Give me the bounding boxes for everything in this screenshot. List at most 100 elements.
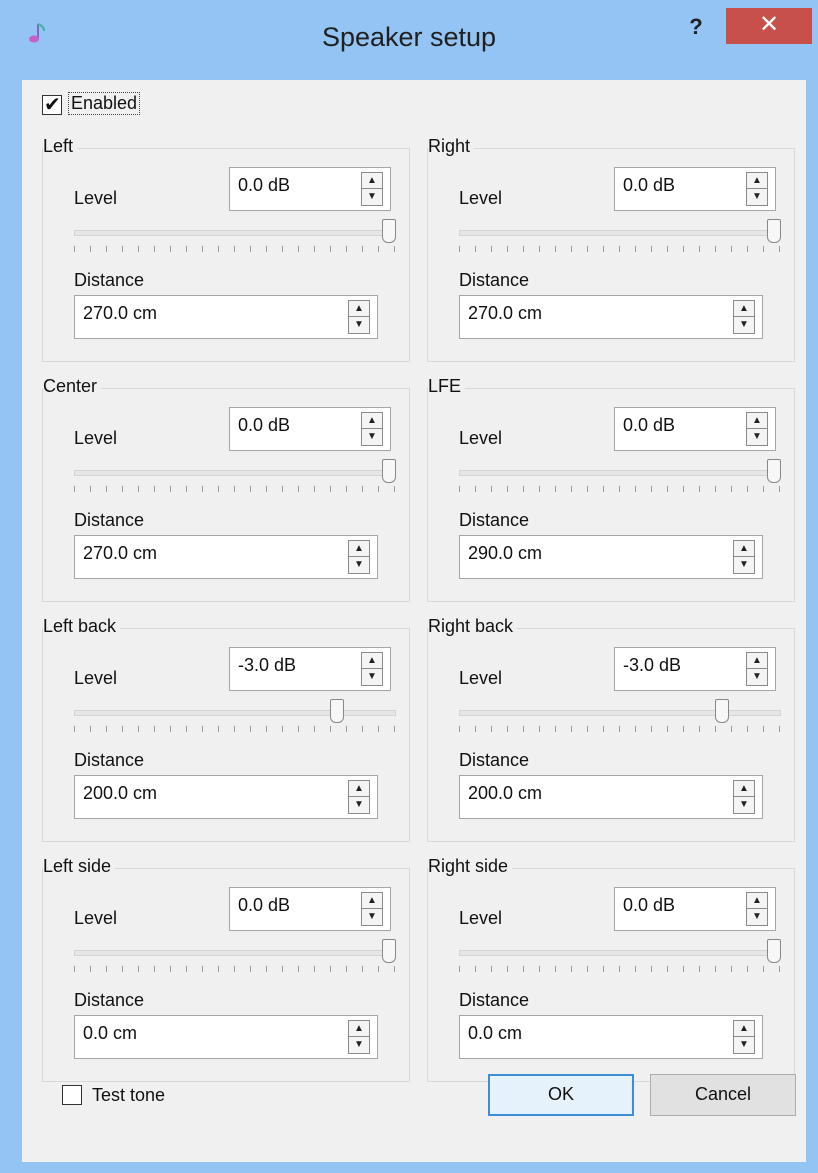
title-bar[interactable]: Speaker setup ? ✕ [0, 0, 818, 80]
distance-spinbox[interactable]: 270.0 cm ▲ ▼ [74, 295, 378, 339]
spin-down-icon[interactable]: ▼ [734, 557, 754, 573]
slider-handle[interactable] [382, 939, 396, 963]
level-spinbox[interactable]: 0.0 dB ▲ ▼ [614, 407, 776, 451]
level-spin-arrows[interactable]: ▲ ▼ [746, 652, 768, 686]
slider-handle[interactable] [715, 699, 729, 723]
distance-spin-arrows[interactable]: ▲ ▼ [733, 1020, 755, 1054]
spin-down-icon[interactable]: ▼ [362, 429, 382, 445]
level-spinbox[interactable]: 0.0 dB ▲ ▼ [614, 167, 776, 211]
spin-down-icon[interactable]: ▼ [747, 669, 767, 685]
level-slider[interactable] [74, 939, 396, 974]
distance-label: Distance [74, 750, 145, 770]
spin-down-icon[interactable]: ▼ [747, 189, 767, 205]
spin-down-icon[interactable]: ▼ [349, 317, 369, 333]
level-spin-arrows[interactable]: ▲ ▼ [746, 172, 768, 206]
level-slider[interactable] [459, 459, 781, 494]
level-spinbox[interactable]: 0.0 dB ▲ ▼ [614, 887, 776, 931]
spin-down-icon[interactable]: ▼ [734, 317, 754, 333]
distance-spinbox[interactable]: 0.0 cm ▲ ▼ [459, 1015, 763, 1059]
level-label: Level [459, 188, 503, 208]
spin-up-icon[interactable]: ▲ [362, 413, 382, 429]
help-button[interactable]: ? [678, 10, 714, 44]
distance-spin-arrows[interactable]: ▲ ▼ [348, 780, 370, 814]
spin-down-icon[interactable]: ▼ [747, 429, 767, 445]
level-spin-arrows[interactable]: ▲ ▼ [361, 652, 383, 686]
spin-up-icon[interactable]: ▲ [734, 301, 754, 317]
spin-down-icon[interactable]: ▼ [349, 557, 369, 573]
level-slider[interactable] [74, 459, 396, 494]
level-value: -3.0 dB [238, 655, 297, 675]
distance-label: Distance [459, 510, 530, 530]
level-spin-arrows[interactable]: ▲ ▼ [361, 172, 383, 206]
spin-down-icon[interactable]: ▼ [349, 1037, 369, 1053]
spin-up-icon[interactable]: ▲ [747, 653, 767, 669]
level-slider[interactable] [74, 219, 396, 254]
distance-label: Distance [74, 510, 145, 530]
spin-up-icon[interactable]: ▲ [747, 413, 767, 429]
level-spinbox[interactable]: 0.0 dB ▲ ▼ [229, 407, 391, 451]
spin-down-icon[interactable]: ▼ [734, 797, 754, 813]
spin-up-icon[interactable]: ▲ [362, 653, 382, 669]
level-spinbox[interactable]: 0.0 dB ▲ ▼ [229, 167, 391, 211]
spin-down-icon[interactable]: ▼ [734, 1037, 754, 1053]
spin-up-icon[interactable]: ▲ [349, 781, 369, 797]
level-value: 0.0 dB [238, 895, 291, 915]
spin-up-icon[interactable]: ▲ [734, 781, 754, 797]
test-tone-checkbox[interactable] [62, 1085, 82, 1105]
level-spinbox[interactable]: 0.0 dB ▲ ▼ [229, 887, 391, 931]
distance-spin-arrows[interactable]: ▲ ▼ [348, 1020, 370, 1054]
level-slider[interactable] [459, 219, 781, 254]
spin-down-icon[interactable]: ▼ [362, 189, 382, 205]
level-spin-arrows[interactable]: ▲ ▼ [361, 412, 383, 446]
distance-spinbox[interactable]: 200.0 cm ▲ ▼ [74, 775, 378, 819]
level-spin-arrows[interactable]: ▲ ▼ [746, 412, 768, 446]
spin-up-icon[interactable]: ▲ [747, 893, 767, 909]
spin-up-icon[interactable]: ▲ [349, 301, 369, 317]
distance-spin-arrows[interactable]: ▲ ▼ [733, 780, 755, 814]
distance-spinbox[interactable]: 200.0 cm ▲ ▼ [459, 775, 763, 819]
slider-ticks [74, 486, 396, 492]
spin-up-icon[interactable]: ▲ [349, 541, 369, 557]
level-slider[interactable] [459, 699, 781, 734]
spin-up-icon[interactable]: ▲ [747, 173, 767, 189]
slider-handle[interactable] [382, 219, 396, 243]
slider-handle[interactable] [330, 699, 344, 723]
spin-down-icon[interactable]: ▼ [362, 669, 382, 685]
distance-spin-arrows[interactable]: ▲ ▼ [733, 300, 755, 334]
distance-value: 270.0 cm [83, 303, 158, 323]
ok-button[interactable]: OK [488, 1074, 634, 1116]
level-spinbox[interactable]: -3.0 dB ▲ ▼ [229, 647, 391, 691]
distance-spinbox[interactable]: 270.0 cm ▲ ▼ [74, 535, 378, 579]
level-slider[interactable] [74, 699, 396, 734]
level-spin-arrows[interactable]: ▲ ▼ [746, 892, 768, 926]
spin-down-icon[interactable]: ▼ [362, 909, 382, 925]
spin-down-icon[interactable]: ▼ [747, 909, 767, 925]
level-slider[interactable] [459, 939, 781, 974]
slider-handle[interactable] [767, 459, 781, 483]
slider-ticks [459, 486, 781, 492]
spin-up-icon[interactable]: ▲ [349, 1021, 369, 1037]
distance-spin-arrows[interactable]: ▲ ▼ [348, 300, 370, 334]
cancel-button[interactable]: Cancel [650, 1074, 796, 1116]
distance-spin-arrows[interactable]: ▲ ▼ [733, 540, 755, 574]
slider-groove [74, 470, 396, 476]
distance-spinbox[interactable]: 0.0 cm ▲ ▼ [74, 1015, 378, 1059]
slider-handle[interactable] [767, 219, 781, 243]
spin-up-icon[interactable]: ▲ [362, 893, 382, 909]
close-button[interactable]: ✕ [726, 8, 812, 44]
spin-up-icon[interactable]: ▲ [734, 541, 754, 557]
level-spin-arrows[interactable]: ▲ ▼ [361, 892, 383, 926]
enabled-checkbox[interactable] [42, 92, 62, 117]
spin-down-icon[interactable]: ▼ [349, 797, 369, 813]
level-spinbox[interactable]: -3.0 dB ▲ ▼ [614, 647, 776, 691]
distance-spinbox[interactable]: 270.0 cm ▲ ▼ [459, 295, 763, 339]
distance-spin-arrows[interactable]: ▲ ▼ [348, 540, 370, 574]
speaker-group-center: Center Level 0.0 dB ▲ ▼ Distance 270.0 c… [42, 376, 410, 602]
spin-up-icon[interactable]: ▲ [362, 173, 382, 189]
speaker-setup-dialog: Speaker setup ? ✕ Enabled Left Level 0.0… [0, 0, 818, 1173]
slider-handle[interactable] [382, 459, 396, 483]
slider-handle[interactable] [767, 939, 781, 963]
distance-spinbox[interactable]: 290.0 cm ▲ ▼ [459, 535, 763, 579]
spin-up-icon[interactable]: ▲ [734, 1021, 754, 1037]
speaker-group-left-side: Left side Level 0.0 dB ▲ ▼ Distance 0.0 … [42, 856, 410, 1082]
